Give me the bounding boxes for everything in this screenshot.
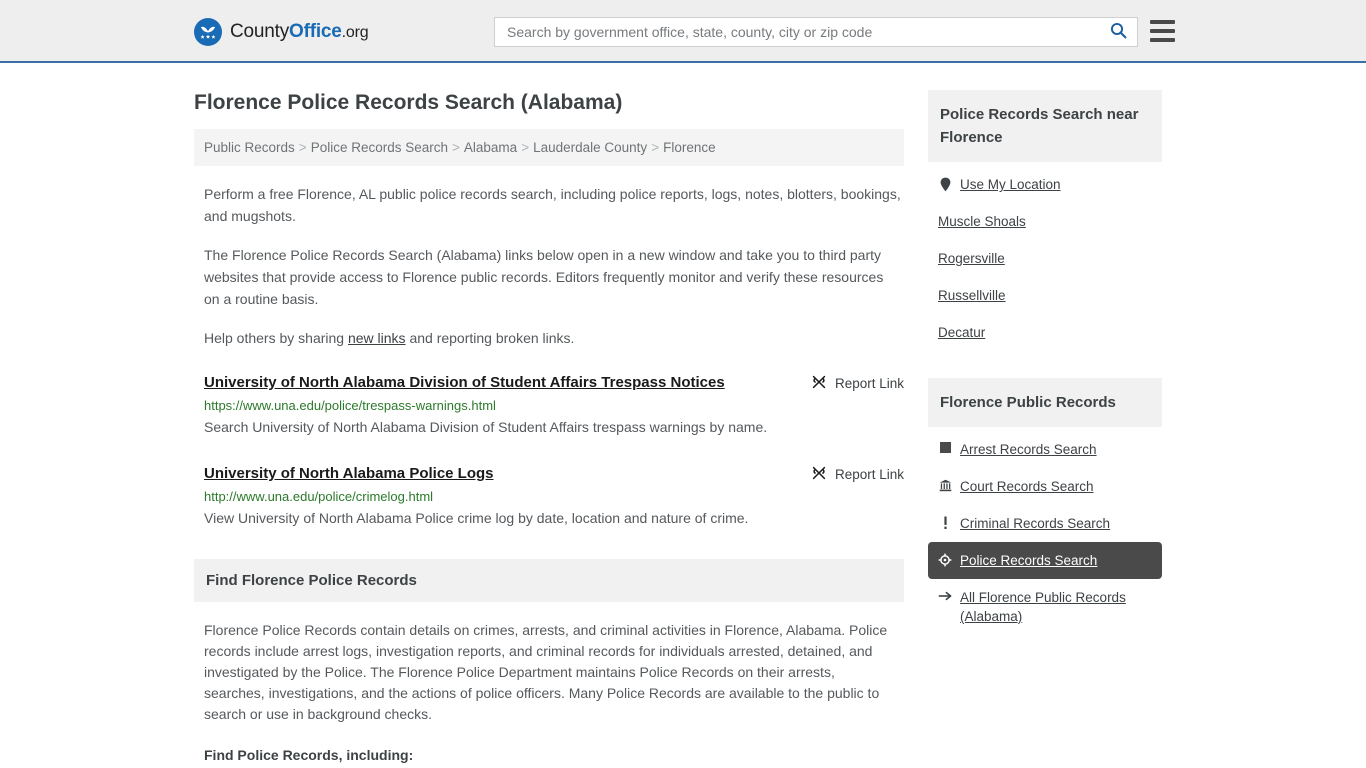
- sidebar-item-muscle-shoals[interactable]: Muscle Shoals: [928, 203, 1162, 240]
- sidebar-item-arrest-records-search[interactable]: Arrest Records Search: [928, 431, 1162, 468]
- intro-paragraph-2: The Florence Police Records Search (Alab…: [204, 247, 884, 307]
- sidebar-public-records-heading: Florence Public Records: [928, 378, 1162, 427]
- sidebar-item-label: Police Records Search: [960, 553, 1098, 568]
- report-link-label: Report Link: [834, 376, 904, 391]
- section-paragraph: Florence Police Records contain details …: [204, 622, 888, 722]
- site-logo[interactable]: CountyOffice.org: [194, 18, 369, 46]
- sidebar-item-label: Criminal Records Search: [960, 516, 1111, 531]
- sidebar-item-label: Russellville: [938, 288, 1006, 303]
- brand-part-county: County: [230, 21, 290, 42]
- report-link-button[interactable]: Report Link: [811, 374, 904, 393]
- search-bar[interactable]: [494, 17, 1138, 47]
- sidebar-item-label: Rogersville: [938, 251, 1005, 266]
- sidebar-item-court-records-search[interactable]: Court Records Search: [928, 468, 1162, 505]
- courthouse-icon: [938, 477, 952, 492]
- sidebar-item-use-my-location[interactable]: Use My Location: [928, 166, 1162, 203]
- arrow-right-icon: [938, 588, 952, 602]
- breadcrumb-item-florence[interactable]: Florence: [663, 140, 716, 155]
- sidebar-public-records-list: Arrest Records Search Court Records Sear…: [928, 427, 1162, 635]
- sidebar-item-label: Use My Location: [960, 177, 1061, 192]
- breadcrumb-item-lauderdale-county[interactable]: Lauderdale County: [533, 140, 647, 155]
- page-title: Florence Police Records Search (Alabama): [194, 91, 623, 114]
- breadcrumb-item-police-records-search[interactable]: Police Records Search: [311, 140, 448, 155]
- brand-part-org: .org: [341, 24, 369, 41]
- sidebar-item-label: All Florence Public Records (Alabama): [960, 590, 1126, 624]
- map-pin-icon: [938, 175, 952, 192]
- section-sub-heading: Find Police Records, including:: [204, 747, 414, 763]
- hamburger-menu-icon[interactable]: [1150, 20, 1175, 42]
- intro-text: Perform a free Florence, AL public polic…: [194, 183, 904, 349]
- sidebar-item-police-records-search[interactable]: Police Records Search: [928, 542, 1162, 579]
- sidebar-block-nearby: Police Records Search near Florence Use …: [928, 90, 1162, 351]
- sidebar-item-all-public-records[interactable]: All Florence Public Records (Alabama): [928, 579, 1162, 635]
- report-link-label: Report Link: [834, 467, 904, 482]
- breadcrumb-separator: >: [452, 140, 460, 155]
- result-item: University of North Alabama Police Logs …: [194, 464, 904, 529]
- sidebar-item-decatur[interactable]: Decatur: [928, 314, 1162, 351]
- police-badge-icon: [938, 551, 952, 567]
- sidebar: Police Records Search near Florence Use …: [928, 63, 1162, 768]
- result-list: University of North Alabama Division of …: [194, 373, 904, 529]
- main-column: Florence Police Records Search (Alabama)…: [194, 63, 904, 768]
- sidebar-item-criminal-records-search[interactable]: Criminal Records Search: [928, 505, 1162, 542]
- result-description: View University of North Alabama Police …: [204, 510, 749, 526]
- result-title-link[interactable]: University of North Alabama Police Logs: [204, 464, 494, 484]
- site-logo-text: CountyOffice.org: [230, 21, 369, 43]
- sidebar-item-russellville[interactable]: Russellville: [928, 277, 1162, 314]
- new-links-link[interactable]: new links: [348, 330, 406, 346]
- site-header: CountyOffice.org: [0, 0, 1366, 63]
- share-text-after: and reporting broken links.: [405, 330, 575, 346]
- intro-paragraph-1: Perform a free Florence, AL public polic…: [204, 186, 901, 224]
- result-description: Search University of North Alabama Divis…: [204, 419, 768, 435]
- result-item: University of North Alabama Division of …: [194, 373, 904, 438]
- sidebar-item-label: Arrest Records Search: [960, 442, 1097, 457]
- section-body: Florence Police Records contain details …: [194, 620, 904, 768]
- sidebar-item-label: Muscle Shoals: [938, 214, 1026, 229]
- breadcrumb: Public Records > Police Records Search > Ala…: [194, 129, 904, 166]
- broken-link-icon: [811, 465, 827, 484]
- section-heading: Find Florence Police Records: [194, 559, 904, 602]
- square-icon: [938, 440, 952, 453]
- result-url[interactable]: http://www.una.edu/police/crimelog.html: [204, 487, 904, 506]
- share-text-before: Help others by sharing: [204, 330, 348, 346]
- result-url[interactable]: https://www.una.edu/police/trespass-warn…: [204, 396, 904, 415]
- broken-link-icon: [811, 374, 827, 393]
- result-title-link[interactable]: University of North Alabama Division of …: [204, 373, 725, 393]
- sidebar-nearby-list: Use My Location Muscle Shoals Rogersvill…: [928, 162, 1162, 351]
- breadcrumb-item-alabama[interactable]: Alabama: [464, 140, 517, 155]
- breadcrumb-separator: >: [521, 140, 530, 155]
- intro-paragraph-3: Help others by sharing new links and rep…: [194, 327, 904, 349]
- search-input[interactable]: [495, 24, 1099, 40]
- breadcrumb-separator: >: [651, 140, 660, 155]
- search-button[interactable]: [1099, 18, 1137, 46]
- sidebar-item-label: Court Records Search: [960, 479, 1094, 494]
- breadcrumb-item-public-records[interactable]: Public Records: [204, 140, 295, 155]
- search-icon: [1110, 22, 1127, 42]
- brand-part-office: Office: [289, 21, 342, 42]
- report-link-button[interactable]: Report Link: [811, 465, 904, 484]
- sidebar-item-label: Decatur: [938, 325, 986, 340]
- sidebar-block-public-records: Florence Public Records Arrest Records S…: [928, 378, 1162, 635]
- breadcrumb-separator: >: [298, 140, 307, 155]
- eagle-shield-logo-icon: [194, 18, 222, 46]
- sidebar-item-rogersville[interactable]: Rogersville: [928, 240, 1162, 277]
- exclamation-icon: [938, 514, 952, 530]
- page-container: Florence Police Records Search (Alabama)…: [0, 63, 1366, 768]
- sidebar-nearby-heading: Police Records Search near Florence: [928, 90, 1162, 162]
